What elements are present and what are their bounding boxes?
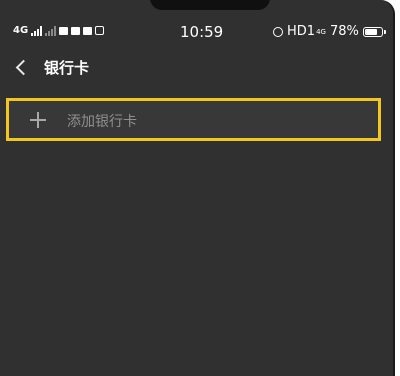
signal-icon [31,25,43,36]
status-right: HD1 4G 78% [273,24,386,39]
battery-percent: 78% [329,24,359,39]
camera-notch [150,0,270,10]
plus-icon [30,112,46,128]
network-type: 4G [13,25,29,36]
add-bank-card-label: 添加银行卡 [67,114,137,130]
status-left: 4G [13,25,105,36]
status-time: 10:59 [180,23,224,41]
page-header: 银行卡 [0,52,393,84]
page-title: 银行卡 [44,59,90,77]
hd-network: 4G [316,27,326,36]
video-icon [59,26,69,35]
battery-icon [362,26,386,37]
phone-screen: 4G 10:59 HD1 4G 78% 银行卡 添加银行卡 [0,0,395,376]
add-bank-card-button[interactable]: 添加银行卡 [6,98,381,141]
alarm-icon [273,26,283,37]
hd-indicator: HD1 [287,24,316,39]
video-call-icon [71,26,81,35]
notification-icon [83,26,93,35]
battery-fill [364,28,377,35]
back-icon[interactable] [15,59,32,76]
app-notification-icon [95,26,105,35]
signal-icon-secondary [45,25,57,36]
status-bar: 4G 10:59 HD1 4G 78% [0,20,393,44]
